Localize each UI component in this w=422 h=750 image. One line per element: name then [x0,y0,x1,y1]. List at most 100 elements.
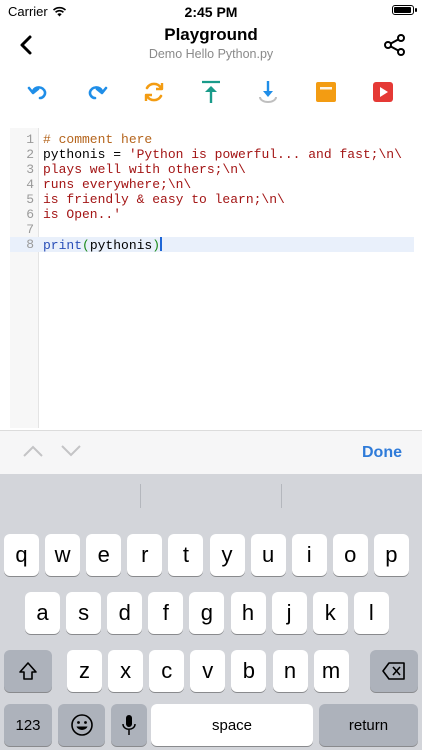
line-number: 1 [26,132,34,147]
code-line[interactable]: 1 # comment here [10,132,414,147]
code-token: # comment here [43,132,153,147]
key-k[interactable]: k [312,592,348,634]
move-down-button[interactable] [254,78,282,106]
shift-icon [19,662,37,680]
line-number: 4 [26,177,34,192]
line-number: 5 [26,192,34,207]
keyboard: 123 space return qwertyuiop asdfghjkl zxcv… [0,474,422,750]
key-j[interactable]: j [271,592,307,634]
keyboard-accessory-bar: Done [0,430,422,475]
code-token: 'Python is powerful... and fast;\n\ [128,147,402,162]
numbers-key[interactable]: 123 [4,704,52,746]
code-token: pythonis [89,238,153,253]
code-token: plays well with others;\n\ [43,162,246,177]
code-line[interactable]: 5 is friendly & easy to learn;\n\ [10,192,414,207]
stop-icon [316,82,336,102]
done-button[interactable]: Done [362,444,402,462]
key-u[interactable]: u [250,534,286,576]
line-number: 8 [26,237,34,252]
run-icon [373,82,393,102]
key-r[interactable]: r [127,534,163,576]
status-bar: Carrier 2:45 PM [0,0,422,22]
code-token: print [43,238,83,253]
code-line[interactable]: 4 runs everywhere;\n\ [10,177,414,192]
code-editor[interactable]: 1 # comment here 2 pythonis = 'Python is po… [10,128,414,428]
emoji-key[interactable] [58,704,105,746]
key-z[interactable]: z [67,650,102,692]
return-key[interactable]: return [319,704,418,746]
navigation-bar: Playground Demo Hello Python.py [0,22,422,68]
key-t[interactable]: t [168,534,204,576]
code-token: is Open..' [43,207,122,222]
battery-fill [394,7,411,13]
key-n[interactable]: n [272,650,308,692]
code-token: ( [82,238,90,253]
key-y[interactable]: y [209,534,245,576]
key-h[interactable]: h [230,592,266,634]
code-line[interactable]: 3 plays well with others;\n\ [10,162,414,177]
code-text: print(pythonis) [43,237,162,253]
code-token: runs everywhere;\n\ [43,177,192,192]
code-token: ) [152,238,161,253]
clock: 2:45 PM [184,4,238,20]
key-v[interactable]: v [190,650,226,692]
chevron-down-icon[interactable] [60,443,82,459]
key-q[interactable]: q [4,534,39,576]
text-cursor [160,237,162,251]
suggestion-divider [140,484,141,508]
shift-key[interactable] [4,650,52,692]
key-b[interactable]: b [231,650,267,692]
key-e[interactable]: e [86,534,122,576]
code-line[interactable]: 6 is Open..' [10,207,414,222]
share-icon[interactable] [382,32,408,58]
code-text: is Open..' [43,207,121,222]
refresh-button[interactable] [140,78,168,106]
suggestion-divider [281,484,282,508]
key-l[interactable]: l [353,592,389,634]
line-number: 7 [26,222,34,237]
line-number: 6 [26,207,34,222]
run-button[interactable] [369,78,397,106]
key-x[interactable]: x [108,650,144,692]
code-text: is friendly & easy to learn;\n\ [43,192,285,207]
chevron-up-icon[interactable] [22,443,44,459]
stop-button[interactable] [312,78,340,106]
key-c[interactable]: c [149,650,185,692]
dictation-key[interactable] [111,704,147,746]
key-i[interactable]: i [291,534,327,576]
key-a[interactable]: a [25,592,60,634]
predictive-bar [0,474,422,518]
undo-icon [27,86,47,100]
redo-button[interactable] [82,78,110,106]
key-f[interactable]: f [148,592,184,634]
page-title: Playground [164,25,258,44]
key-d[interactable]: d [107,592,143,634]
code-text: # comment here [43,132,152,147]
redo-icon [88,86,108,100]
code-line[interactable]: 7 [10,222,414,237]
delete-icon [382,662,405,680]
line-number: 2 [26,147,34,162]
code-token: is friendly & easy to learn;\n\ [43,192,285,207]
key-o[interactable]: o [332,534,368,576]
code-text: plays well with others;\n\ [43,162,246,177]
microphone-icon [122,715,136,735]
line-number: 3 [26,162,34,177]
key-m[interactable]: m [313,650,349,692]
key-g[interactable]: g [189,592,225,634]
move-to-top-button[interactable] [197,78,225,106]
code-token: pythonis = [43,147,129,162]
key-s[interactable]: s [66,592,102,634]
move-down-icon [259,81,277,103]
undo-button[interactable] [25,78,53,106]
delete-key[interactable] [370,650,418,692]
key-p[interactable]: p [373,534,409,576]
file-name: Demo Hello Python.py [148,47,274,61]
code-line[interactable]: 8 print(pythonis) [10,237,414,253]
key-w[interactable]: w [45,534,81,576]
code-line[interactable]: 2 pythonis = 'Python is powerful... and f… [10,147,414,162]
battery-icon [392,5,417,15]
refresh-icon [144,82,164,102]
space-key[interactable]: space [151,704,313,746]
emoji-icon [70,714,93,736]
